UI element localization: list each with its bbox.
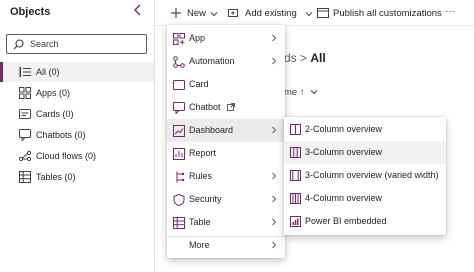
sidebar-item-label: All (0) [36, 67, 60, 77]
menu-item-label: App [189, 33, 206, 43]
chevron-right-icon [270, 195, 278, 203]
dashboard-icon [173, 125, 185, 137]
menu-item-automation[interactable]: Automation [167, 50, 285, 73]
submenu-item-power-bi-embedded[interactable]: Power BI embedded [284, 210, 446, 233]
menu-item-label: Security [189, 194, 222, 204]
menu-item-label: More [189, 240, 210, 250]
new-button[interactable]: New [170, 4, 222, 22]
sidebar-item-tables[interactable]: Tables (0) [0, 167, 154, 187]
publish-icon [317, 7, 329, 19]
sidebar-item-label: Tables (0) [36, 172, 76, 182]
report-icon [173, 148, 185, 160]
automation-icon [173, 56, 185, 68]
menu-item-label: Automation [189, 56, 235, 66]
sidebar-title: Objects [10, 6, 51, 18]
search-placeholder: Search [30, 39, 59, 49]
sidebar-item-cards[interactable]: Cards (0) [0, 104, 154, 124]
new-button-label: New [187, 8, 207, 19]
menu-item-label: Report [189, 148, 217, 158]
open-external-icon [227, 103, 235, 111]
sidebar-item-cloud-flows[interactable]: Cloud flows (0) [0, 146, 154, 166]
power-bi-icon [290, 216, 301, 227]
new-menu: App Automation Card Chatbot Dashboard Re… [167, 25, 285, 258]
more-commands-button[interactable]: ··· [445, 6, 455, 17]
apps-icon [19, 87, 31, 99]
chevron-down-icon [210, 10, 218, 18]
menu-item-dashboard[interactable]: Dashboard [167, 119, 285, 142]
add-existing-button[interactable]: Add existing [228, 4, 313, 22]
rules-icon [173, 171, 185, 183]
menu-item-app[interactable]: App [167, 27, 285, 50]
menu-item-more[interactable]: More [167, 234, 285, 257]
cards-icon [19, 108, 31, 120]
chevron-right-icon [270, 34, 278, 42]
chatbot-icon [19, 129, 31, 141]
four-column-icon [290, 193, 301, 204]
two-column-icon [290, 124, 301, 135]
menu-item-label: Card [189, 79, 209, 89]
menu-item-label: Rules [189, 171, 213, 181]
chatbot-icon [173, 102, 185, 114]
chevron-down-icon [310, 88, 318, 96]
sidebar-item-apps[interactable]: Apps (0) [0, 83, 154, 103]
search-input[interactable]: Search [6, 34, 147, 54]
submenu-item-label: 2-Column overview [305, 124, 383, 134]
publish-label: Publish all customizations [333, 8, 442, 19]
objects-sidebar: Objects Search All (0) Apps (0) Cards (0… [0, 0, 155, 272]
table-icon [173, 217, 185, 229]
search-icon [13, 39, 24, 50]
chevron-right-icon [270, 126, 278, 134]
plus-icon [170, 7, 182, 19]
submenu-item-2-column-overview[interactable]: 2-Column overview [284, 118, 446, 141]
menu-item-chatbot[interactable]: Chatbot [167, 96, 285, 119]
sidebar-item-label: Cards (0) [36, 109, 74, 119]
breadcrumb-current: All [310, 51, 326, 65]
submenu-item-4-column-overview[interactable]: 4-Column overview [284, 187, 446, 210]
chevron-right-icon [270, 57, 278, 65]
sidebar-item-label: Apps (0) [36, 88, 71, 98]
list-icon [19, 66, 31, 78]
add-existing-icon [228, 7, 240, 19]
menu-item-report[interactable]: Report [167, 142, 285, 165]
app-icon [173, 33, 185, 45]
publish-all-button[interactable]: Publish all customizations [317, 4, 442, 22]
submenu-item-label: Power BI embedded [305, 216, 387, 226]
dashboard-submenu: 2-Column overview 3-Column overview 3-Co… [284, 117, 446, 235]
sidebar-item-all[interactable]: All (0) [0, 62, 154, 82]
card-icon [173, 79, 185, 91]
submenu-item-3-column-overview[interactable]: 3-Column overview [284, 141, 446, 164]
table-icon [19, 171, 31, 183]
submenu-item-label: 3-Column overview [305, 147, 383, 157]
submenu-item-3-column-varied[interactable]: 3-Column overview (varied width) [284, 164, 446, 187]
menu-item-rules[interactable]: Rules [167, 165, 285, 188]
breadcrumb-separator: > [300, 51, 308, 65]
sidebar-item-chatbots[interactable]: Chatbots (0) [0, 125, 154, 145]
breadcrumb: ds > All [284, 51, 326, 65]
chevron-right-icon [270, 241, 278, 249]
chevron-right-icon [270, 172, 278, 180]
chevron-down-icon [305, 10, 313, 18]
column-header-name[interactable]: me ↑ [284, 87, 318, 98]
menu-item-table[interactable]: Table [167, 211, 285, 234]
sidebar-item-label: Cloud flows (0) [36, 151, 97, 161]
column-header-label: me ↑ [284, 87, 305, 98]
three-column-icon [290, 147, 301, 158]
menu-item-label: Table [189, 217, 211, 227]
submenu-item-label: 4-Column overview [305, 193, 383, 203]
collapse-chevron-icon[interactable] [131, 3, 145, 17]
three-column-varied-icon [290, 170, 301, 181]
menu-item-label: Chatbot [189, 102, 221, 112]
menu-item-card[interactable]: Card [167, 73, 285, 96]
flow-icon [19, 150, 31, 162]
submenu-item-label: 3-Column overview (varied width) [305, 170, 439, 180]
menu-item-security[interactable]: Security [167, 188, 285, 211]
menu-item-label: Dashboard [189, 125, 234, 135]
breadcrumb-prev[interactable]: ds [284, 51, 297, 65]
security-icon [173, 194, 185, 206]
chevron-right-icon [270, 218, 278, 226]
add-existing-label: Add existing [245, 8, 297, 19]
sidebar-item-label: Chatbots (0) [36, 130, 86, 140]
